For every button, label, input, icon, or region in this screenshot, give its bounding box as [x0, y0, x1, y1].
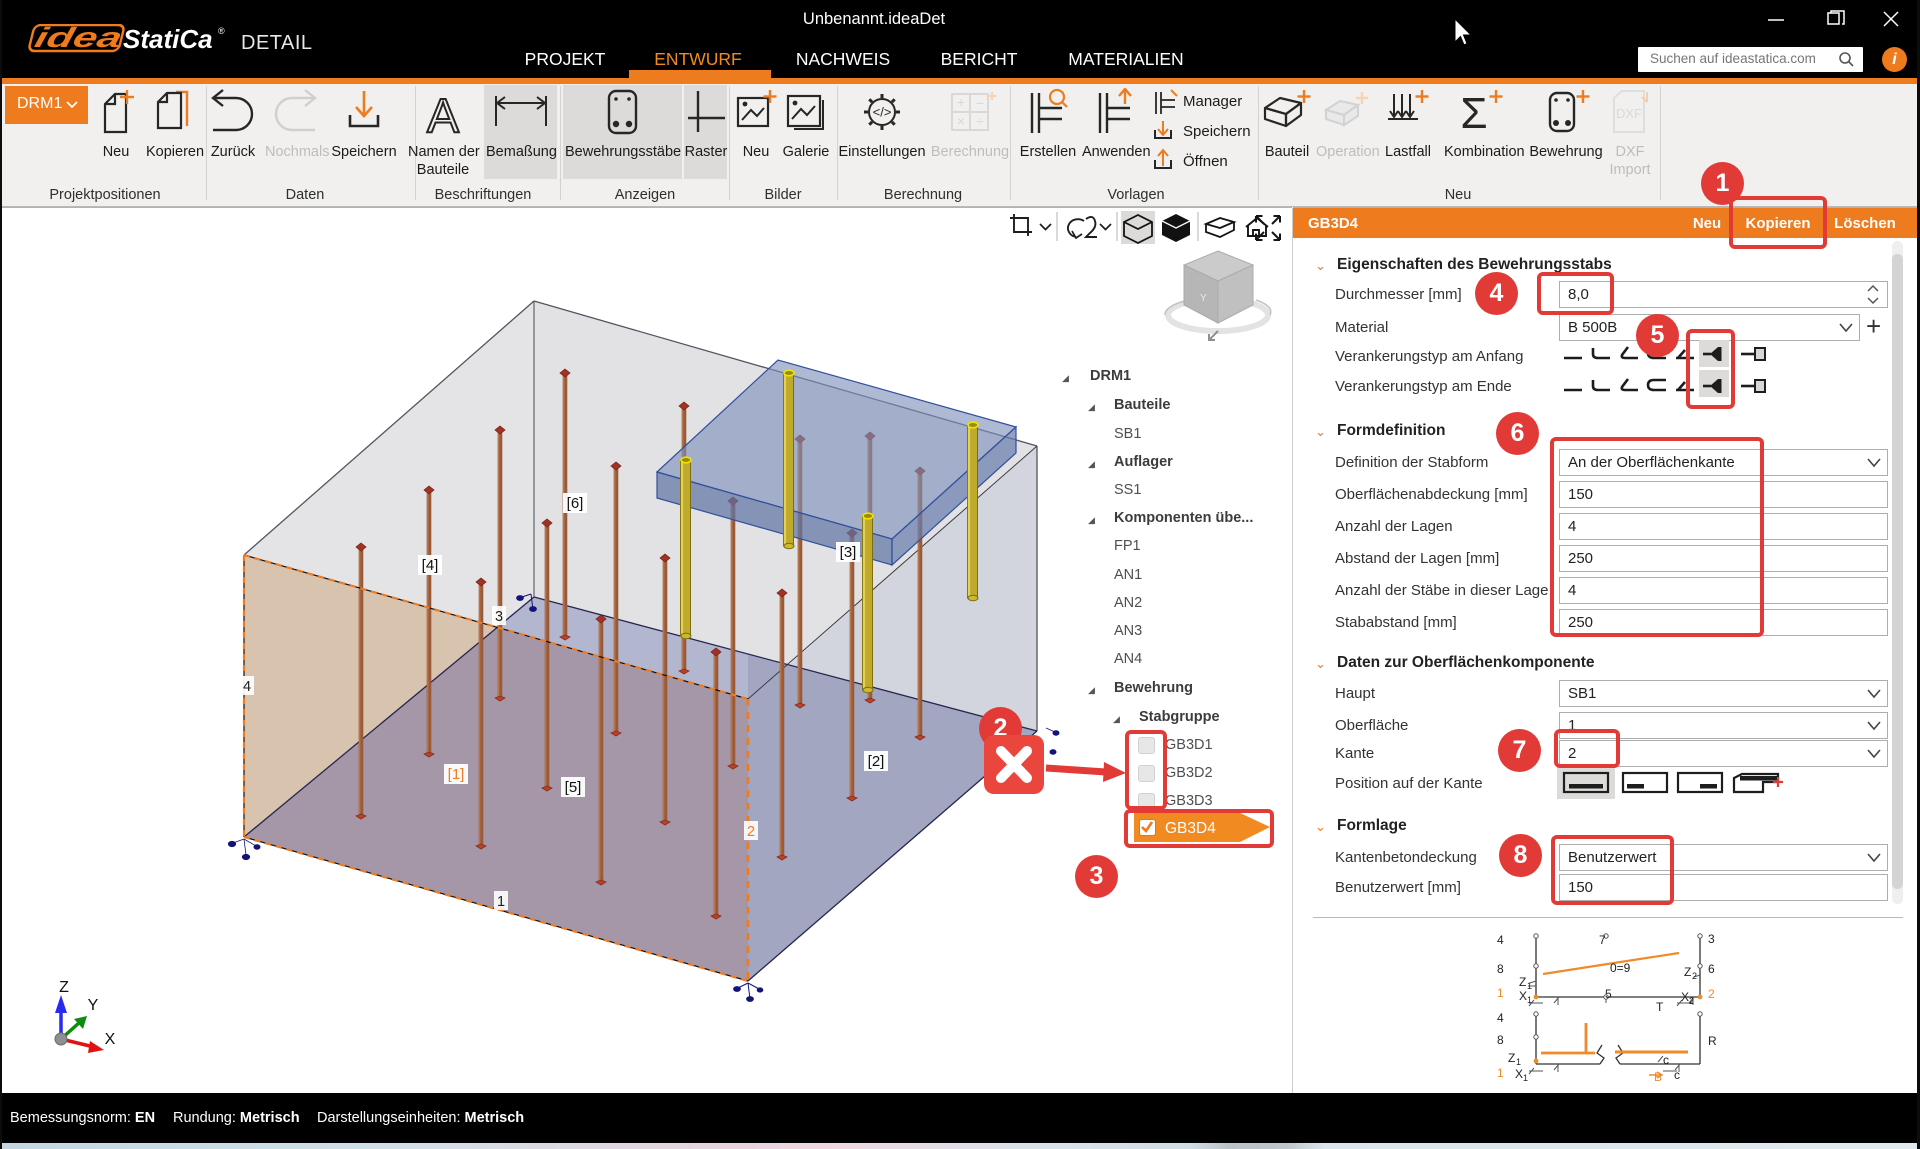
svg-text:7: 7: [1599, 933, 1606, 947]
svg-text:B: B: [1654, 1070, 1662, 1084]
svg-text:T: T: [1656, 1000, 1664, 1014]
svg-text:X: X: [1681, 990, 1689, 1004]
svg-text:®: ®: [218, 26, 225, 36]
svg-text:Z: Z: [1519, 975, 1526, 989]
svg-text:+: +: [957, 94, 965, 110]
svg-text:R: R: [1708, 1034, 1717, 1048]
svg-text:1: 1: [1523, 1073, 1528, 1083]
svg-text:3: 3: [1708, 932, 1715, 946]
svg-text:1: 1: [1497, 986, 1504, 1000]
svg-text:1: 1: [1497, 1066, 1504, 1080]
svg-text:1: 1: [1527, 981, 1532, 991]
svg-text:Z: Z: [1684, 965, 1691, 979]
svg-text:6: 6: [1708, 962, 1715, 976]
svg-text:8: 8: [1497, 962, 1504, 976]
svg-text:</>: </>: [873, 105, 892, 120]
svg-text:5: 5: [1605, 987, 1612, 1001]
svg-text:Speichern: Speichern: [1183, 123, 1251, 140]
svg-text:×: ×: [957, 113, 965, 129]
svg-text:8: 8: [1497, 1033, 1504, 1047]
svg-text:4: 4: [1497, 1011, 1504, 1025]
svg-text:c: c: [1663, 1053, 1669, 1067]
svg-text:0=9: 0=9: [1610, 961, 1631, 975]
svg-text:Öffnen: Öffnen: [1183, 152, 1228, 170]
svg-text:Z: Z: [1508, 1051, 1515, 1065]
svg-text:DXF: DXF: [1616, 106, 1642, 121]
svg-text:2: 2: [1708, 987, 1715, 1001]
svg-text:A: A: [427, 90, 459, 138]
svg-text:1: 1: [1527, 995, 1532, 1005]
svg-text:4: 4: [1497, 933, 1504, 947]
svg-text:Σ: Σ: [1460, 89, 1487, 138]
svg-text:X: X: [1519, 989, 1527, 1003]
svg-text:÷: ÷: [976, 113, 984, 129]
svg-text:−: −: [976, 95, 984, 111]
svg-text:StatiCa: StatiCa: [123, 24, 213, 54]
svg-text:Manager: Manager: [1183, 93, 1242, 110]
svg-text:2: 2: [1689, 996, 1694, 1006]
svg-text:idea: idea: [32, 24, 126, 54]
svg-text:c: c: [1674, 1068, 1680, 1082]
svg-text:1: 1: [1516, 1057, 1521, 1067]
svg-text:X: X: [1515, 1067, 1523, 1081]
svg-text:2: 2: [1692, 971, 1697, 981]
